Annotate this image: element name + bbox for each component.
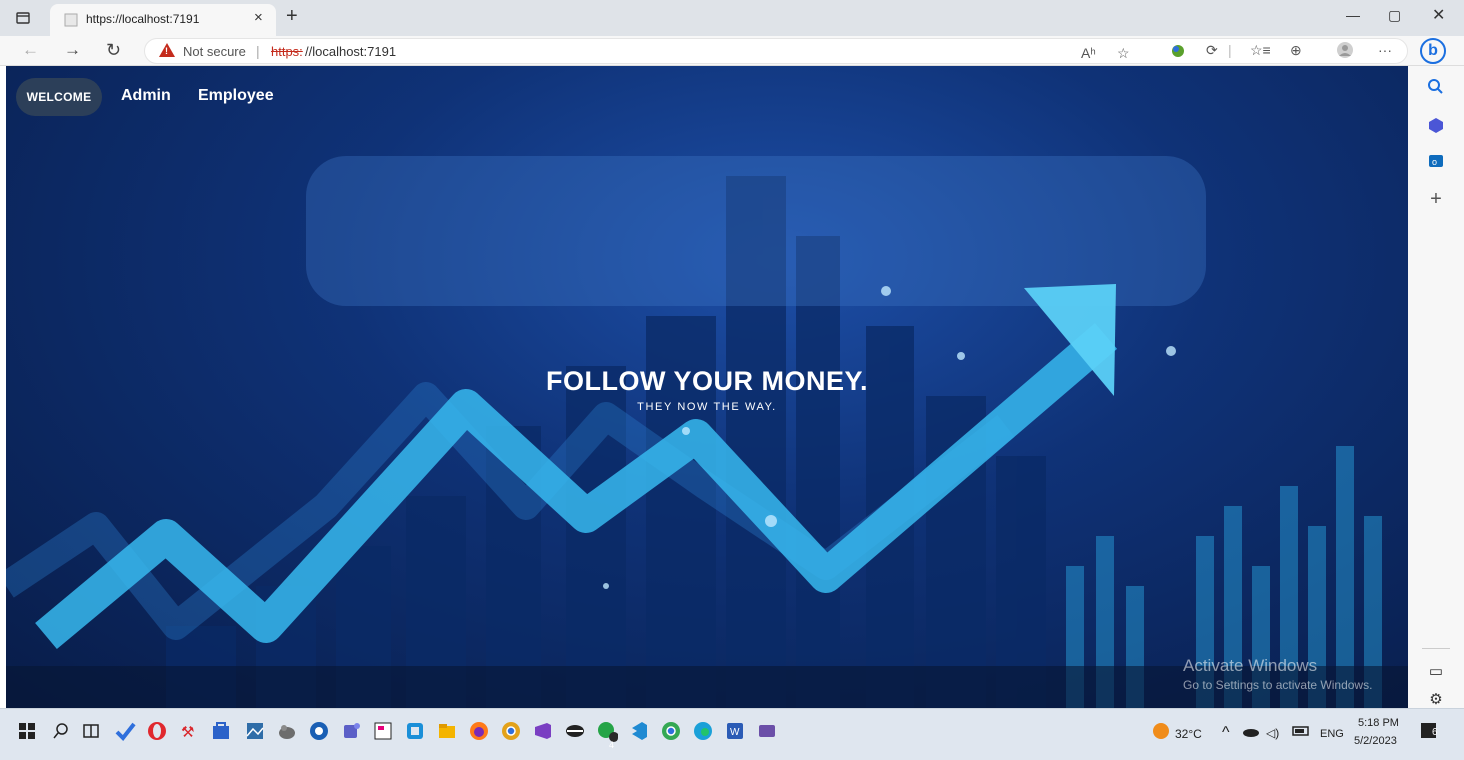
- add-favorite-icon[interactable]: ☆: [1117, 45, 1130, 61]
- more-icon[interactable]: ···: [1378, 42, 1392, 58]
- activate-windows-title: Activate Windows: [1183, 656, 1318, 675]
- search-icon[interactable]: [50, 720, 72, 742]
- volume-icon[interactable]: ◁): [1266, 723, 1279, 743]
- reload-button[interactable]: ↻: [106, 39, 121, 61]
- windows-start-icon[interactable]: [16, 720, 38, 742]
- whatsapp-icon[interactable]: [596, 720, 618, 742]
- new-tab-button[interactable]: +: [286, 5, 298, 27]
- edge-icon[interactable]: [308, 720, 330, 742]
- gimp-icon[interactable]: [276, 720, 298, 742]
- collections-icon[interactable]: ⊕: [1290, 42, 1302, 58]
- jetbrains-icon[interactable]: [372, 720, 394, 742]
- clock-time[interactable]: 5:18 PM: [1358, 717, 1399, 729]
- page-favicon-icon: [64, 13, 78, 27]
- language-indicator[interactable]: ENG: [1320, 728, 1344, 740]
- split-screen-icon[interactable]: ▭: [1408, 662, 1464, 680]
- remote-icon[interactable]: [404, 720, 426, 742]
- forward-button[interactable]: →: [64, 39, 81, 61]
- url-text: //localhost:7191: [305, 44, 397, 59]
- svg-text:⚒: ⚒: [181, 724, 194, 741]
- read-aloud-icon[interactable]: Aʰ: [1081, 45, 1096, 61]
- profile-icon[interactable]: [1336, 41, 1354, 59]
- vscode-icon[interactable]: [628, 720, 650, 742]
- chevron-up-icon[interactable]: ^: [1222, 723, 1230, 743]
- todo-icon[interactable]: [114, 720, 136, 742]
- settings-icon[interactable]: ⚙: [1408, 690, 1464, 708]
- web-page-viewport: WELCOME Admin Employee FOLLOW YOUR MONEY…: [6, 66, 1408, 708]
- welcome-nav-button[interactable]: WELCOME: [16, 78, 102, 116]
- address-separator: |: [256, 43, 260, 59]
- tab-title: https://localhost:7191: [86, 12, 200, 26]
- add-icon[interactable]: +: [1408, 188, 1464, 211]
- windows-taskbar: ⚒ 4 W 32°C ^ ◁) ENG 5:18 PM 5/2/2023 6: [0, 708, 1464, 760]
- tab-close-button[interactable]: ×: [254, 9, 263, 26]
- tab-actions-icon: [16, 12, 30, 24]
- security-label[interactable]: Not secure: [183, 44, 246, 59]
- outlook-icon[interactable]: o: [1408, 152, 1464, 170]
- browser-tab-strip: https://localhost:7191 × + — ▢ ✕: [0, 0, 1464, 36]
- favorites-icon[interactable]: ☆≡: [1250, 42, 1271, 58]
- admin-nav-link[interactable]: Admin: [121, 87, 171, 105]
- office-icon[interactable]: [1408, 116, 1464, 134]
- whatsapp-unread-badge: 4: [609, 740, 615, 750]
- opera-icon[interactable]: [146, 720, 168, 742]
- visual-studio-icon[interactable]: [532, 720, 554, 742]
- window-close-button[interactable]: ✕: [1432, 5, 1445, 25]
- clock-date[interactable]: 5/2/2023: [1354, 735, 1397, 747]
- photos-icon[interactable]: [244, 720, 266, 742]
- edge-sidebar: o + ▭ ⚙: [1408, 66, 1464, 708]
- weather-temperature[interactable]: 32°C: [1175, 727, 1202, 741]
- window-minimize-button[interactable]: —: [1346, 7, 1360, 23]
- hero-subtitle: THEY NOW THE WAY.: [637, 401, 777, 413]
- notification-count: 6: [1432, 727, 1438, 738]
- bing-copilot-button[interactable]: b: [1420, 38, 1446, 64]
- employee-nav-link[interactable]: Employee: [198, 87, 274, 105]
- autocad-icon[interactable]: ⚒: [178, 720, 200, 742]
- svg-text:W: W: [730, 727, 740, 738]
- browser-essentials-icon[interactable]: ⟳: [1206, 42, 1218, 58]
- search-icon[interactable]: [1408, 78, 1464, 96]
- chrome-icon[interactable]: [500, 720, 522, 742]
- browser-tab-active[interactable]: https://localhost:7191 ×: [50, 4, 276, 36]
- teams-icon[interactable]: [340, 720, 362, 742]
- svg-text:o: o: [1432, 157, 1437, 167]
- window-restore-button[interactable]: ▢: [1388, 7, 1401, 24]
- file-explorer-icon[interactable]: [436, 720, 458, 742]
- app-icon[interactable]: [564, 720, 586, 742]
- word-icon[interactable]: W: [724, 720, 746, 742]
- address-bar[interactable]: ! Not secure | https: //localhost:7191 A…: [144, 38, 1408, 64]
- firefox-icon[interactable]: [468, 720, 490, 742]
- activate-windows-subtitle: Go to Settings to activate Windows.: [1183, 678, 1373, 692]
- edge-active-icon[interactable]: [692, 720, 714, 742]
- store-icon[interactable]: [210, 720, 232, 742]
- app-icon-2[interactable]: [756, 720, 778, 742]
- extension-icon[interactable]: [1170, 43, 1186, 59]
- weather-icon[interactable]: [1150, 720, 1172, 742]
- tab-actions-button[interactable]: [14, 9, 32, 27]
- onedrive-icon[interactable]: [1240, 720, 1262, 742]
- battery-icon[interactable]: [1290, 720, 1312, 742]
- sidebar-divider: [1422, 648, 1450, 649]
- back-button[interactable]: ←: [22, 39, 39, 61]
- url-scheme: https:: [271, 44, 303, 59]
- hero-title: FOLLOW YOUR MONEY.: [545, 366, 868, 396]
- task-view-icon[interactable]: [80, 720, 102, 742]
- chrome-icon-2[interactable]: [660, 720, 682, 742]
- browser-toolbar: ← → ↻ ! Not secure | https: //localhost:…: [0, 36, 1464, 66]
